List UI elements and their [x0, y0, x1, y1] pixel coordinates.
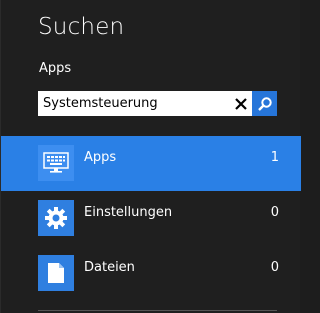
result-item-apps[interactable]: Apps 1	[1, 136, 301, 191]
result-tile	[38, 200, 74, 236]
result-item-einstellungen[interactable]: Einstellungen 0	[1, 191, 301, 246]
search-charm-panel: Suchen Apps Systemsteuerung Apps 1 Einst…	[0, 0, 301, 313]
result-count: 0	[270, 260, 279, 275]
clear-button[interactable]	[228, 91, 253, 116]
result-tile	[38, 255, 74, 291]
result-label: Dateien	[84, 260, 135, 275]
result-item-dateien[interactable]: Dateien 0	[1, 246, 301, 301]
result-label: Einstellungen	[84, 205, 173, 220]
divider	[38, 310, 277, 311]
document-icon	[48, 263, 64, 283]
search-input[interactable]	[38, 91, 228, 116]
gear-icon	[45, 207, 67, 229]
result-count: 0	[270, 205, 279, 220]
page-title: Suchen	[38, 14, 125, 40]
result-count: 1	[270, 150, 279, 165]
result-tile	[38, 145, 74, 181]
search-scope-label[interactable]: Apps	[39, 61, 71, 76]
close-icon	[234, 97, 247, 110]
monitor-keyboard-icon	[43, 152, 69, 173]
search-box	[38, 91, 277, 116]
search-results-list: Apps 1 Einstellungen 0 Dateien 0	[1, 136, 301, 301]
search-icon	[257, 96, 272, 111]
search-button[interactable]	[252, 91, 277, 116]
result-label: Apps	[84, 150, 117, 165]
